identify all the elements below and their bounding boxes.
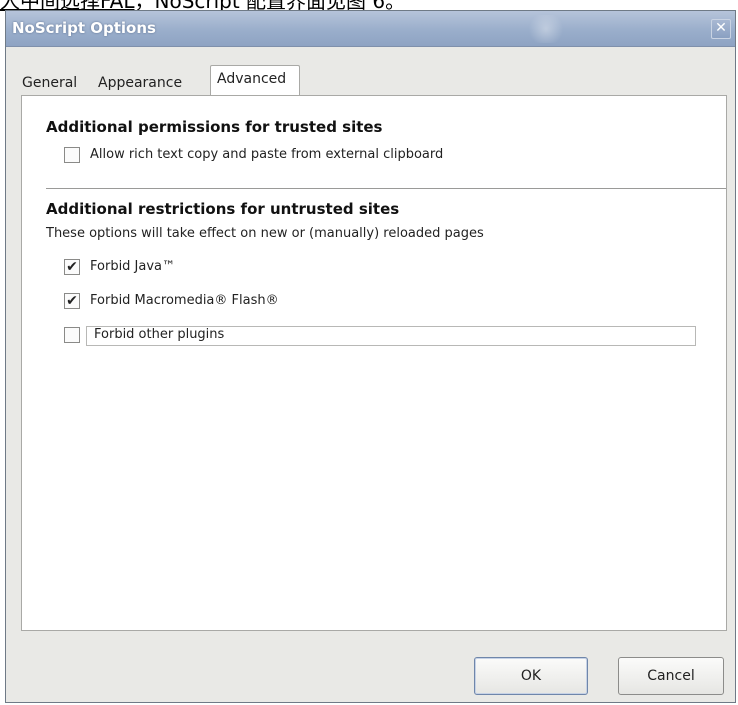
cancel-button[interactable]: Cancel <box>618 657 724 695</box>
trusted-sites-heading: Additional permissions for trusted sites <box>46 118 383 136</box>
title-bar[interactable]: NoScript Options ✕ <box>6 11 735 47</box>
advanced-panel: Additional permissions for trusted sites… <box>21 95 727 631</box>
dialog-title: NoScript Options <box>12 19 156 37</box>
rich-text-clipboard-label: Allow rich text copy and paste from exte… <box>90 147 444 162</box>
rich-text-clipboard-option[interactable]: Allow rich text copy and paste from exte… <box>64 146 684 166</box>
titlebar-glare <box>526 15 566 43</box>
rich-text-clipboard-checkbox[interactable] <box>64 147 80 163</box>
forbid-flash-label: Forbid Macromedia® Flash® <box>90 293 279 308</box>
section-divider <box>46 188 726 189</box>
tab-appearance[interactable]: Appearance <box>98 73 210 95</box>
tab-advanced[interactable]: Advanced <box>210 65 300 95</box>
forbid-java-label: Forbid Java™ <box>90 259 176 274</box>
untrusted-sites-heading: Additional restrictions for untrusted si… <box>46 200 400 218</box>
untrusted-sites-description: These options will take effect on new or… <box>46 226 484 241</box>
forbid-plugins-label: Forbid other plugins <box>94 327 225 342</box>
close-icon[interactable]: ✕ <box>711 19 731 39</box>
forbid-flash-checkbox[interactable]: ✔ <box>64 293 80 309</box>
forbid-flash-option[interactable]: ✔ Forbid Macromedia® Flash® <box>64 292 424 312</box>
page: 人中间选择FAL，NoScript 配置界面见图 6。 NoScript Opt… <box>0 0 738 705</box>
forbid-plugins-option[interactable]: Forbid other plugins <box>64 326 704 346</box>
forbid-java-checkbox[interactable]: ✔ <box>64 259 80 275</box>
ok-button[interactable]: OK <box>474 657 588 695</box>
forbid-java-option[interactable]: ✔ Forbid Java™ <box>64 258 364 278</box>
noscript-options-dialog: NoScript Options ✕ General Appearance Ad… <box>5 10 736 703</box>
forbid-plugins-checkbox[interactable] <box>64 327 80 343</box>
tab-general[interactable]: General <box>22 73 86 95</box>
